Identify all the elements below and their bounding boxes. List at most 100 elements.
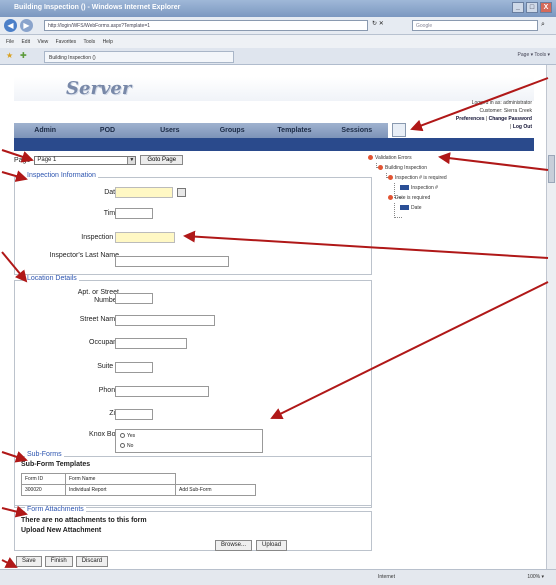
zip-input[interactable] <box>115 409 153 420</box>
radio-icon <box>120 443 125 449</box>
date-row: Date <box>15 187 371 199</box>
menu-tools[interactable]: Tools <box>83 39 95 45</box>
nav-groups[interactable]: Groups <box>201 123 263 138</box>
time-row: Time <box>15 208 371 220</box>
tab-bar: ★ ✚ Building Inspection () Page ▾ Tools … <box>0 48 556 65</box>
inspection-number-input[interactable] <box>115 232 175 243</box>
phone-input[interactable] <box>115 386 209 397</box>
refresh-icon[interactable]: ↻ ✕ <box>372 20 384 27</box>
street-name-input[interactable] <box>115 315 215 326</box>
tree-root-label: Validation Errors <box>375 155 412 161</box>
nav-pod[interactable]: POD <box>76 123 138 138</box>
command-bar[interactable]: Page ▾ Tools ▾ <box>518 52 550 58</box>
finish-button[interactable]: Finish <box>44 556 73 567</box>
save-button[interactable]: Save <box>16 556 42 567</box>
attachments-section: Form Attachments There are no attachment… <box>14 506 372 551</box>
subforms-legend: Sub-Forms <box>25 451 64 458</box>
app-logo: Server <box>66 78 132 99</box>
field-icon <box>400 185 409 191</box>
tab-building-inspection[interactable]: Building Inspection () <box>44 51 234 63</box>
inspector-name-row: Inspector's Last Name <box>15 252 371 272</box>
form-actions: Save Finish Discard <box>16 556 109 567</box>
column-header <box>175 473 256 485</box>
goto-page-button[interactable]: Goto Page <box>140 155 184 165</box>
suite-input[interactable] <box>115 362 153 373</box>
back-icon[interactable]: ◀ <box>4 19 17 32</box>
screenshot: Building Inspection () - Windows Interne… <box>0 0 556 585</box>
calendar-icon[interactable] <box>177 188 186 197</box>
radio-icon <box>120 433 125 439</box>
close-button[interactable]: X <box>540 2 552 13</box>
favorites-star-icon[interactable]: ★ <box>6 51 13 60</box>
table-row: 300020 Individual Report Add Sub-Form <box>21 484 256 496</box>
upload-button[interactable]: Upload <box>256 540 288 551</box>
tree-node-field[interactable]: Inspection # <box>400 183 438 193</box>
logout-link[interactable]: Log Out <box>513 124 532 130</box>
browse-button[interactable]: Browse... <box>215 540 253 551</box>
occupant-input[interactable] <box>115 338 187 349</box>
tree-field-label: Inspection # <box>411 185 438 191</box>
menu-help[interactable]: Help <box>103 39 113 45</box>
time-input[interactable] <box>115 208 153 219</box>
attachments-legend: Form Attachments <box>25 506 86 513</box>
nav-users[interactable]: Users <box>139 123 201 138</box>
tree-node-error[interactable]: Inspection # is required <box>388 173 447 183</box>
upload-row: Browse... Upload <box>215 540 288 551</box>
inspector-name-input[interactable] <box>115 256 229 267</box>
search-input[interactable]: Google <box>412 20 538 31</box>
menu-file[interactable]: File <box>6 39 14 45</box>
tree-node-field[interactable]: Date <box>400 203 422 213</box>
column-header: Form ID <box>21 473 66 485</box>
window-titlebar: Building Inspection () - Windows Interne… <box>0 0 556 17</box>
page-content: Server Logged in as: administrator Custo… <box>0 65 556 569</box>
tree-field-label: Date <box>411 205 422 211</box>
preferences-link[interactable]: Preferences <box>456 116 485 122</box>
street-number-row: Apt. or Street Number <box>15 289 371 309</box>
tree-node-error[interactable]: Date is required <box>388 193 430 203</box>
date-input[interactable] <box>115 187 173 198</box>
upload-label: Upload New Attachment <box>21 527 102 534</box>
discard-button[interactable]: Discard <box>75 556 109 567</box>
tree-error-label: Date is required <box>395 195 431 201</box>
url-field[interactable]: http://login/WFS/WebForms.aspx?Template=… <box>44 20 368 31</box>
menu-edit[interactable]: Edit <box>21 39 30 45</box>
add-favorite-icon[interactable]: ✚ <box>20 51 27 60</box>
location-legend: Location Details <box>25 275 79 282</box>
subforms-table: Form ID Form Name 300020 Individual Repo… <box>21 473 256 496</box>
scrollbar-thumb[interactable] <box>548 155 555 183</box>
occupant-row: Occupant <box>15 337 371 351</box>
change-password-link[interactable]: Change Password <box>489 116 532 122</box>
inspection-number-row: Inspection # <box>15 232 371 244</box>
zoom-level[interactable]: 100% ▾ <box>527 574 544 580</box>
menu-view[interactable]: View <box>37 39 48 45</box>
address-bar: ◀ ▶ http://login/WFS/WebForms.aspx?Templ… <box>0 17 556 35</box>
inspection-legend: Inspection Information <box>25 172 98 179</box>
menu-favorites[interactable]: Favorites <box>56 39 77 45</box>
street-number-input[interactable] <box>115 293 153 304</box>
table-header-row: Form ID Form Name <box>21 473 256 485</box>
search-icon[interactable]: ⌕ <box>541 21 545 29</box>
tree-form-label: Building Inspection <box>385 165 427 171</box>
vertical-scrollbar[interactable] <box>546 65 556 569</box>
forward-icon[interactable]: ▶ <box>20 19 33 32</box>
page-select[interactable]: Page 1 ▼ <box>34 155 137 165</box>
minimize-button[interactable]: _ <box>512 2 524 13</box>
nav-admin[interactable]: Admin <box>14 123 76 138</box>
form-name-cell: Individual Report <box>65 484 176 496</box>
document-icon[interactable] <box>392 123 406 137</box>
error-dot-icon <box>388 195 393 201</box>
tree-error-label: Inspection # is required <box>395 175 447 181</box>
maximize-button[interactable]: □ <box>526 2 538 13</box>
knox-no-radio[interactable]: No <box>120 443 133 450</box>
suite-row: Suite # <box>15 361 371 375</box>
tree-node-form[interactable]: Building Inspection <box>378 163 427 173</box>
add-subform-button[interactable]: Add Sub-Form <box>175 484 256 496</box>
tree-node-root[interactable]: Validation Errors <box>368 153 412 163</box>
nav-templates[interactable]: Templates <box>263 123 325 138</box>
knox-yes-radio[interactable]: Yes <box>120 433 135 440</box>
field-icon <box>400 205 409 211</box>
customer-text: Customer: Sierra Creek <box>479 108 532 114</box>
street-name-row: Street Name <box>15 314 371 328</box>
internet-zone-text: Internet <box>378 574 395 580</box>
nav-sessions[interactable]: Sessions <box>326 123 388 138</box>
